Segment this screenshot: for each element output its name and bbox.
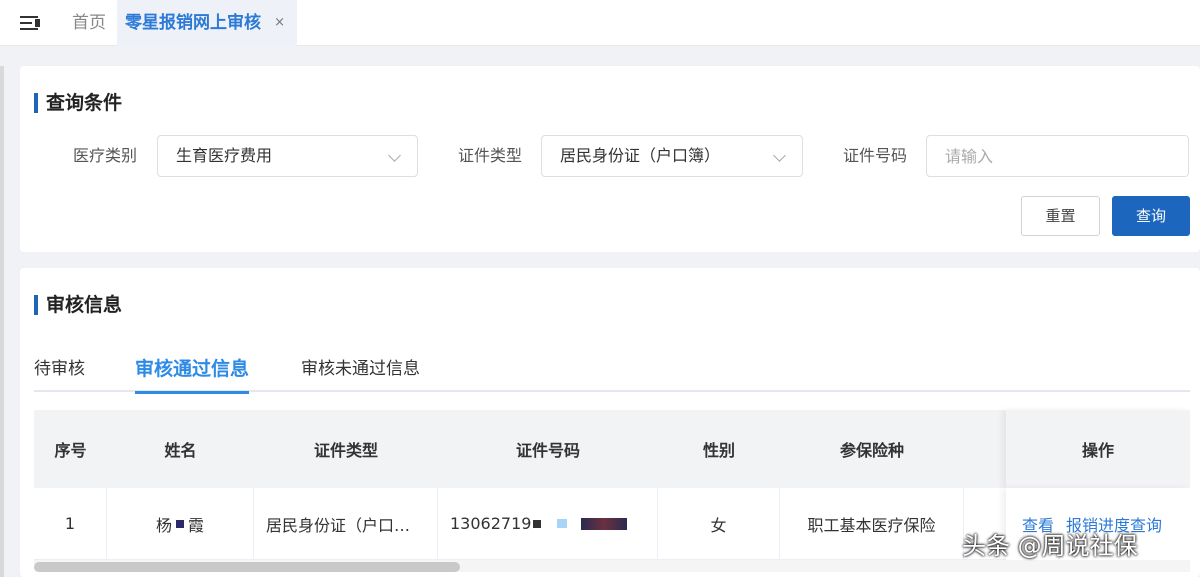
id-number-label: 证件号码	[843, 146, 908, 165]
medical-type-label: 医疗类别	[73, 146, 138, 165]
watermark: 头条 @周说社保	[962, 532, 1138, 560]
top-bar: 首页 零星报销网上审核 ×	[0, 0, 1200, 46]
tab-approved[interactable]: 审核通过信息	[135, 354, 250, 394]
redaction-mark	[557, 519, 568, 528]
tab-home[interactable]: 首页	[60, 0, 118, 46]
tab-rejected[interactable]: 审核未通过信息	[301, 354, 420, 392]
tab-reimbursement-audit[interactable]: 零星报销网上审核 ×	[117, 0, 297, 46]
row-index: 1	[34, 488, 107, 559]
row-id-type: 居民身份证（户口…	[254, 488, 438, 559]
chevron-down-icon	[773, 149, 786, 162]
reset-button[interactable]: 重置	[1021, 196, 1100, 236]
column-header: 证件号码	[515, 441, 580, 460]
id-type-label: 证件类型	[458, 146, 523, 165]
row-id-number: 13062719	[438, 488, 658, 559]
redaction-mark	[581, 517, 628, 530]
redaction-mark	[176, 519, 184, 528]
name-first: 杨	[155, 515, 172, 535]
chevron-down-icon	[388, 149, 401, 162]
audit-section-title: 审核信息	[34, 294, 122, 316]
name-last: 霞	[188, 515, 205, 535]
close-icon[interactable]: ×	[274, 0, 285, 46]
query-section-title: 查询条件	[34, 92, 122, 114]
search-button[interactable]: 查询	[1112, 196, 1190, 236]
column-header: 姓名	[164, 441, 197, 460]
column-header: 参保险种	[839, 441, 904, 460]
redaction-mark	[533, 519, 542, 528]
row-gender: 女	[658, 488, 780, 559]
id-number-text: 13062719	[450, 514, 532, 533]
column-header: 序号	[54, 441, 87, 460]
id-type-value: 居民身份证（户口簿）	[560, 146, 721, 165]
medical-type-value: 生育医疗费用	[176, 146, 273, 165]
row-insurance: 职工基本医疗保险	[780, 488, 964, 559]
column-header: 证件类型	[313, 441, 378, 460]
tab-pending[interactable]: 待审核	[34, 354, 85, 392]
scrollbar-thumb[interactable]	[34, 562, 460, 572]
row-name: 杨 霞	[107, 488, 254, 559]
id-type-select[interactable]: 居民身份证（户口簿）	[541, 135, 803, 177]
sidebar-edge	[0, 66, 4, 577]
tab-reimbursement-audit-label: 零星报销网上审核	[125, 13, 261, 33]
menu-fold-icon[interactable]	[20, 14, 42, 32]
audit-tabs: 待审核 审核通过信息 审核未通过信息	[34, 354, 1190, 394]
id-number-input[interactable]	[926, 135, 1189, 177]
horizontal-scrollbar[interactable]	[34, 560, 1190, 572]
query-panel: 查询条件 医疗类别 生育医疗费用 证件类型 居民身份证（户口簿） 证件号码 重置…	[20, 66, 1200, 252]
column-header: 操作	[1006, 410, 1190, 488]
medical-type-select[interactable]: 生育医疗费用	[157, 135, 418, 177]
column-header: 性别	[702, 441, 735, 460]
